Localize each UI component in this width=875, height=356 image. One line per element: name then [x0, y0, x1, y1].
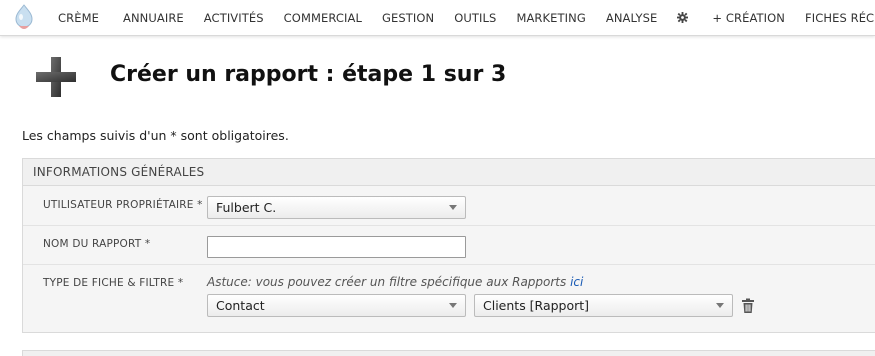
menu-creme[interactable]: CRÈME: [48, 0, 109, 36]
chevron-down-icon: [449, 205, 457, 210]
trash-icon[interactable]: [741, 298, 755, 314]
page-title: Créer un rapport : étape 1 sur 3: [110, 62, 507, 87]
report-name-input[interactable]: [207, 236, 466, 258]
ctype-select-value: Contact: [216, 298, 265, 313]
owner-select[interactable]: Fulbert C.: [207, 196, 466, 219]
creme-logo[interactable]: [14, 3, 34, 33]
required-fields-note: Les champs suivis d'un * sont obligatoir…: [22, 128, 289, 143]
menu-commercial[interactable]: COMMERCIAL: [274, 0, 372, 36]
create-filter-link[interactable]: ici: [570, 275, 583, 289]
owner-select-value: Fulbert C.: [216, 200, 277, 215]
owner-row: UTILISATEUR PROPRIÉTAIRE * Fulbert C.: [23, 187, 875, 226]
menu-marketing[interactable]: MARKETING: [506, 0, 595, 36]
menu-analyse[interactable]: ANALYSE: [596, 0, 668, 36]
menu-activites[interactable]: ACTIVITÉS: [194, 0, 274, 36]
filter-hint: Astuce: vous pouvez créer un filtre spéc…: [207, 275, 583, 289]
block-header: INFORMATIONS GÉNÉRALES: [23, 159, 875, 186]
chevron-down-icon: [716, 303, 724, 308]
general-information-block: INFORMATIONS GÉNÉRALES UTILISATEUR PROPR…: [22, 158, 875, 333]
menu-annuaire[interactable]: ANNUAIRE: [113, 0, 194, 36]
ctype-filter-row: TYPE DE FICHE & FILTRE * Astuce: vous po…: [23, 265, 875, 333]
main-menu: CRÈME ANNUAIRE ACTIVITÉS COMMERCIAL GEST…: [0, 0, 875, 36]
ctype-select[interactable]: Contact: [207, 294, 466, 317]
chevron-down-icon: [449, 303, 457, 308]
menu-outils[interactable]: OUTILS: [444, 0, 506, 36]
report-name-label: NOM DU RAPPORT *: [43, 238, 151, 250]
filter-select-value: Clients [Rapport]: [483, 298, 590, 313]
filter-hint-text: Astuce: vous pouvez créer un filtre spéc…: [207, 275, 571, 289]
plus-icon: [34, 55, 78, 99]
gear-icon[interactable]: [667, 0, 698, 36]
report-name-row: NOM DU RAPPORT *: [23, 226, 875, 265]
menu-recent-entities[interactable]: FICHES RÉCENTES: [795, 0, 875, 36]
next-block: [22, 350, 875, 356]
menu-creation[interactable]: + CRÉATION: [702, 0, 795, 36]
owner-label: UTILISATEUR PROPRIÉTAIRE *: [43, 199, 203, 211]
filter-select[interactable]: Clients [Rapport]: [474, 294, 733, 317]
menu-gestion[interactable]: GESTION: [372, 0, 444, 36]
ctype-filter-label: TYPE DE FICHE & FILTRE *: [43, 277, 184, 289]
